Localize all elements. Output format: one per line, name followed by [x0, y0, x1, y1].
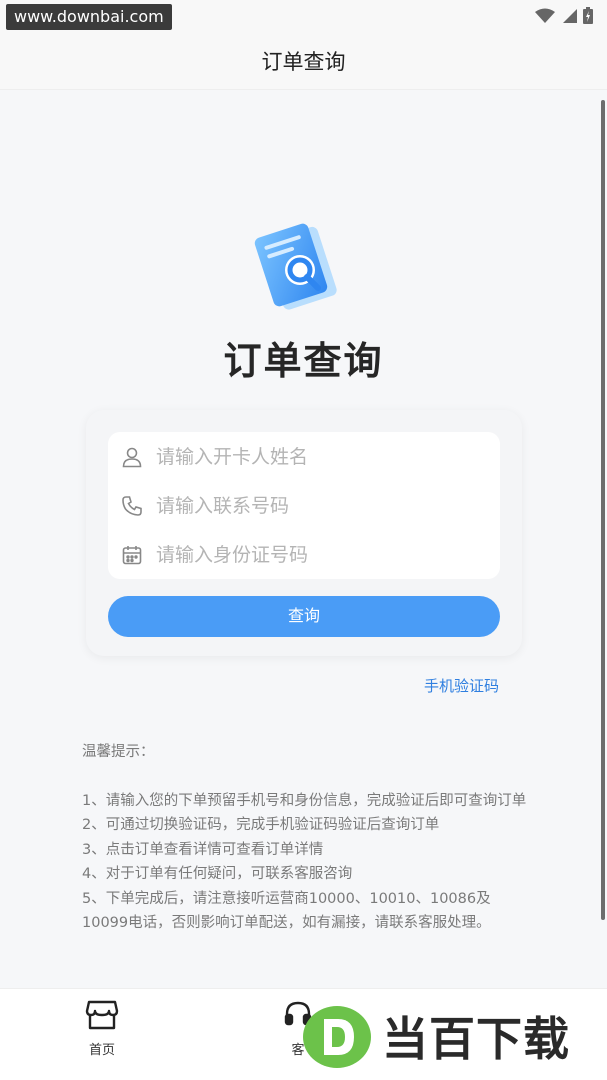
inputs-box: [108, 432, 500, 579]
watermark-logo: 当百下载: [300, 1000, 600, 1072]
query-form: 查询: [86, 410, 522, 656]
phone-input[interactable]: [156, 494, 500, 517]
tip-item: 2、可通过切换验证码，完成手机验证码验证后查询订单: [82, 817, 440, 833]
id-field-row: [108, 530, 500, 579]
tips-section: 温馨提示： 1、请输入您的下单预留手机号和身份信息，完成验证后即可查询订单 2、…: [82, 740, 532, 936]
status-bar: www.downbai.com: [0, 0, 607, 34]
tip-item: 1、请输入您的下单预留手机号和身份信息，完成验证后即可查询订单: [82, 792, 527, 809]
order-search-icon: [252, 218, 352, 328]
cardholder-name-input[interactable]: [156, 445, 500, 468]
watermark-url: www.downbai.com: [6, 4, 172, 30]
calendar-icon: [108, 544, 156, 566]
app-header: 订单查询: [0, 34, 607, 90]
tips-title: 温馨提示：: [82, 744, 155, 760]
hero-title: 订单查询: [223, 339, 384, 383]
nav-label-home: 首页: [88, 1043, 115, 1058]
scrollbar[interactable]: [601, 100, 605, 920]
id-number-input[interactable]: [156, 543, 500, 566]
watermark-logo-text: 当百下载: [382, 1012, 570, 1066]
user-icon: [108, 446, 156, 468]
page-title: 订单查询: [261, 50, 346, 74]
name-field-row: [108, 432, 500, 481]
tip-item: 3、点击订单查看详情可查看订单详情: [82, 841, 324, 858]
nav-item-home[interactable]: 首页: [62, 999, 142, 1058]
d-logo-icon: [303, 1006, 371, 1068]
wifi-icon: [535, 8, 555, 23]
store-icon: [85, 1000, 119, 1030]
sms-code-link[interactable]: 手机验证码: [424, 675, 499, 696]
phone-icon: [108, 495, 156, 517]
tip-item: 5、下单完成后，请注意接听运营商10000、10010、10086及10099电…: [82, 890, 491, 932]
status-icons: [535, 7, 593, 24]
phone-field-row: [108, 481, 500, 530]
battery-icon: [583, 7, 593, 24]
tip-item: 4、对于订单有任何疑问，可联系客服咨询: [82, 866, 353, 882]
query-button[interactable]: 查询: [108, 596, 500, 637]
signal-icon: [563, 8, 577, 23]
